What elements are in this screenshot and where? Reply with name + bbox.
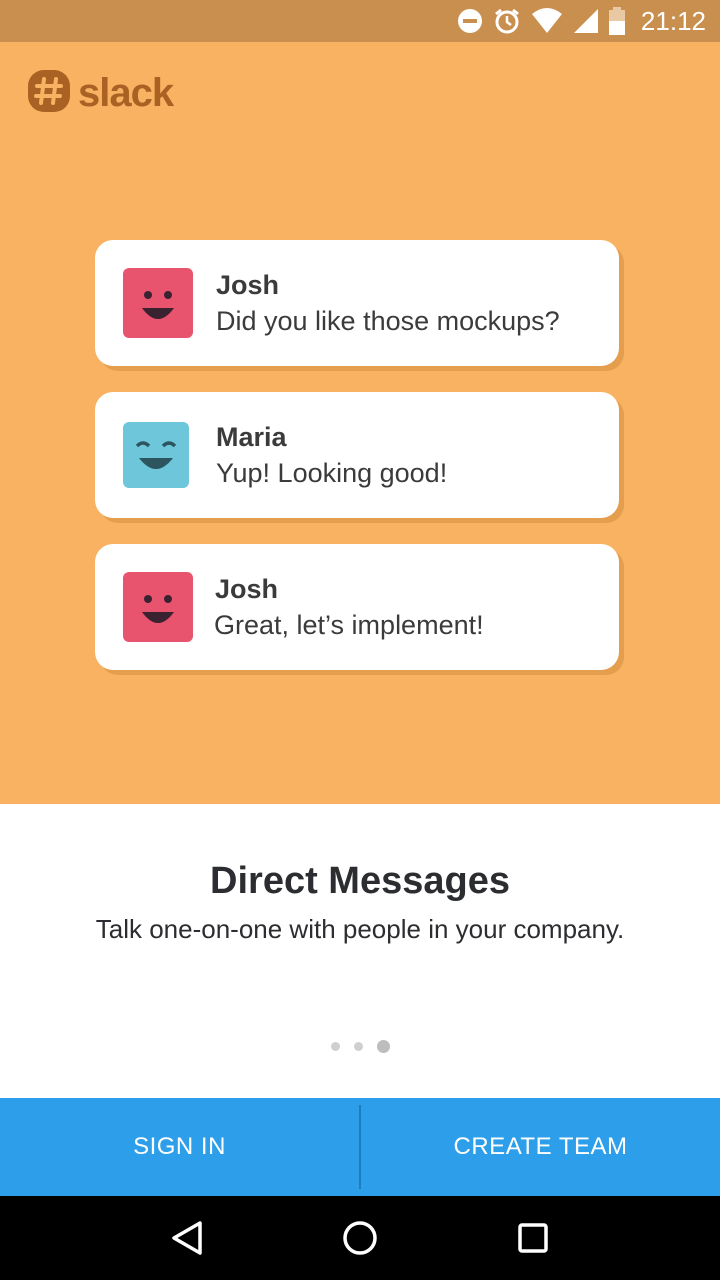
- page-dot-active[interactable]: [376, 1040, 390, 1053]
- create-team-button[interactable]: CREATE TEAM: [361, 1098, 720, 1196]
- onboarding-content: Direct Messages Talk one-on-one with peo…: [0, 804, 720, 1098]
- signal-icon: [573, 8, 599, 34]
- clock-time: 21:12: [640, 5, 706, 36]
- message-text: Yup! Looking good!: [216, 458, 448, 488]
- happy-closed-eyes-face-icon: [123, 422, 189, 488]
- message-text: Did you like those mockups?: [216, 306, 560, 336]
- status-bar: 21:12: [0, 0, 720, 42]
- sign-in-button[interactable]: SIGN IN: [0, 1098, 359, 1196]
- hashtag-logo-icon: [28, 70, 70, 117]
- message-card: Josh Did you like those mockups?: [95, 240, 619, 366]
- wifi-icon: [531, 8, 563, 34]
- home-icon[interactable]: [330, 1208, 390, 1268]
- smiley-face-icon: [123, 268, 193, 338]
- page-title: Direct Messages: [210, 860, 510, 902]
- page-indicator[interactable]: [0, 1040, 720, 1053]
- page-subtitle: Talk one-on-one with people in your comp…: [95, 914, 625, 944]
- smiley-face-icon: [123, 572, 193, 642]
- do-not-disturb-icon: [457, 8, 483, 34]
- message-author: Josh: [216, 270, 280, 300]
- message-text: Great, let’s implement!: [214, 610, 484, 640]
- message-author: Josh: [215, 574, 279, 604]
- alarm-icon: [493, 7, 521, 35]
- logo-wordmark: slack: [78, 71, 174, 115]
- recents-icon[interactable]: [503, 1208, 563, 1268]
- page-dot[interactable]: [330, 1042, 340, 1051]
- navigation-bar: [0, 1196, 720, 1280]
- message-card: Josh Great, let’s implement!: [95, 544, 619, 670]
- slack-logo: slack: [28, 70, 174, 117]
- action-bar: SIGN IN CREATE TEAM: [0, 1098, 720, 1196]
- message-card: Maria Yup! Looking good!: [95, 392, 619, 518]
- page-dot[interactable]: [353, 1042, 363, 1051]
- message-author: Maria: [216, 422, 287, 452]
- hero-illustration: slack Josh Did you like those mockups? M…: [0, 42, 720, 804]
- battery-icon: [608, 7, 625, 35]
- back-icon[interactable]: [157, 1208, 217, 1268]
